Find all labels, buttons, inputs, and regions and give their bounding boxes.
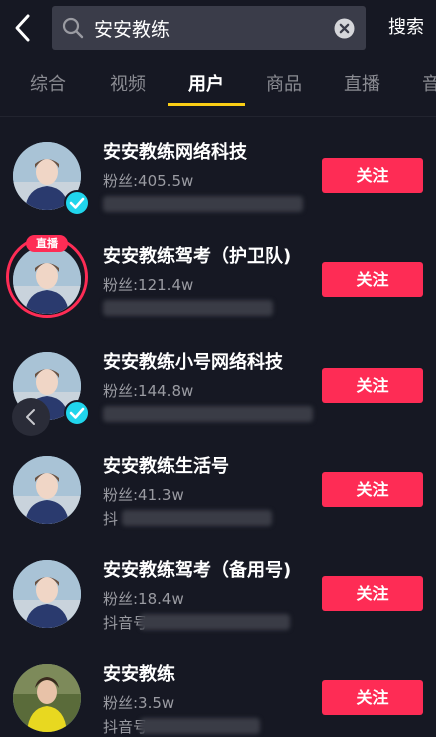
tab-users[interactable]: 用户 xyxy=(188,72,224,98)
list-item[interactable]: 安安教练 粉丝:3.5w 抖音号 关注 xyxy=(0,650,436,737)
fan-count: 粉丝:3.5w xyxy=(103,694,175,712)
chevron-left-icon xyxy=(26,409,35,425)
avatar[interactable] xyxy=(13,664,81,732)
search-submit-button[interactable]: 搜索 xyxy=(376,14,436,42)
tab-general[interactable]: 综合 xyxy=(30,72,66,98)
fan-count: 粉丝:144.8w xyxy=(103,382,194,400)
search-input[interactable] xyxy=(94,14,324,42)
clear-icon[interactable] xyxy=(334,18,355,39)
fan-count: 粉丝:405.5w xyxy=(103,172,194,190)
list-item[interactable]: 直播 安安教练驾考（护卫队) 粉丝:121.4w 关注 xyxy=(0,232,436,336)
fan-count: 粉丝:18.4w xyxy=(103,590,184,608)
blurred-info xyxy=(103,406,313,422)
search-icon xyxy=(62,17,84,39)
tab-products[interactable]: 商品 xyxy=(266,72,302,98)
blurred-info xyxy=(140,614,290,630)
result-tabs: 综合 视频 用户 商品 直播 音 xyxy=(0,60,436,108)
live-badge: 直播 xyxy=(26,235,68,252)
follow-button[interactable]: 关注 xyxy=(322,576,423,611)
user-name: 安安教练驾考（护卫队) xyxy=(103,246,292,267)
follow-button[interactable]: 关注 xyxy=(322,680,423,715)
user-name: 安安教练小号网络科技 xyxy=(103,352,283,373)
active-tab-indicator xyxy=(168,103,245,106)
chevron-left-icon xyxy=(15,14,30,42)
blurred-info xyxy=(103,300,273,316)
user-name: 安安教练网络科技 xyxy=(103,142,247,163)
tab-live[interactable]: 直播 xyxy=(344,72,380,98)
follow-button[interactable]: 关注 xyxy=(322,158,423,193)
avatar[interactable] xyxy=(13,456,81,524)
back-button[interactable] xyxy=(8,10,38,46)
list-item[interactable]: 安安教练小号网络科技 粉丝:144.8w 关注 xyxy=(0,338,436,442)
user-name: 安安教练驾考（备用号) xyxy=(103,560,292,581)
search-results-screen: 搜索 综合 视频 用户 商品 直播 音 安安教练网络科技 粉丝:405.5w 关… xyxy=(0,0,436,737)
tab-videos[interactable]: 视频 xyxy=(110,72,146,98)
list-item[interactable]: 安安教练生活号 粉丝:41.3w 抖 关注 xyxy=(0,442,436,546)
douyin-id: 抖 xyxy=(103,510,119,528)
fan-count: 粉丝:121.4w xyxy=(103,276,194,294)
avatar[interactable] xyxy=(13,560,81,628)
fan-count: 粉丝:41.3w xyxy=(103,486,184,504)
blurred-info xyxy=(140,718,260,734)
user-name: 安安教练生活号 xyxy=(103,456,229,477)
verified-icon xyxy=(64,190,90,216)
list-item[interactable]: 安安教练网络科技 粉丝:405.5w 关注 xyxy=(0,128,436,232)
user-list: 安安教练网络科技 粉丝:405.5w 关注 直播 安安教练驾考（护卫队) 粉丝:… xyxy=(0,118,436,737)
blurred-info xyxy=(103,196,303,212)
follow-button[interactable]: 关注 xyxy=(322,368,423,403)
avatar[interactable] xyxy=(13,246,81,314)
search-bar: 搜索 xyxy=(0,0,436,56)
follow-button[interactable]: 关注 xyxy=(322,472,423,507)
pager-left-button[interactable] xyxy=(12,398,50,436)
verified-icon xyxy=(64,400,90,426)
search-box[interactable] xyxy=(52,6,366,50)
tab-music[interactable]: 音 xyxy=(422,72,436,98)
divider xyxy=(0,116,436,117)
list-item[interactable]: 安安教练驾考（备用号) 粉丝:18.4w 抖音号 关注 xyxy=(0,546,436,650)
user-name: 安安教练 xyxy=(103,664,175,685)
blurred-info xyxy=(122,510,272,526)
follow-button[interactable]: 关注 xyxy=(322,262,423,297)
